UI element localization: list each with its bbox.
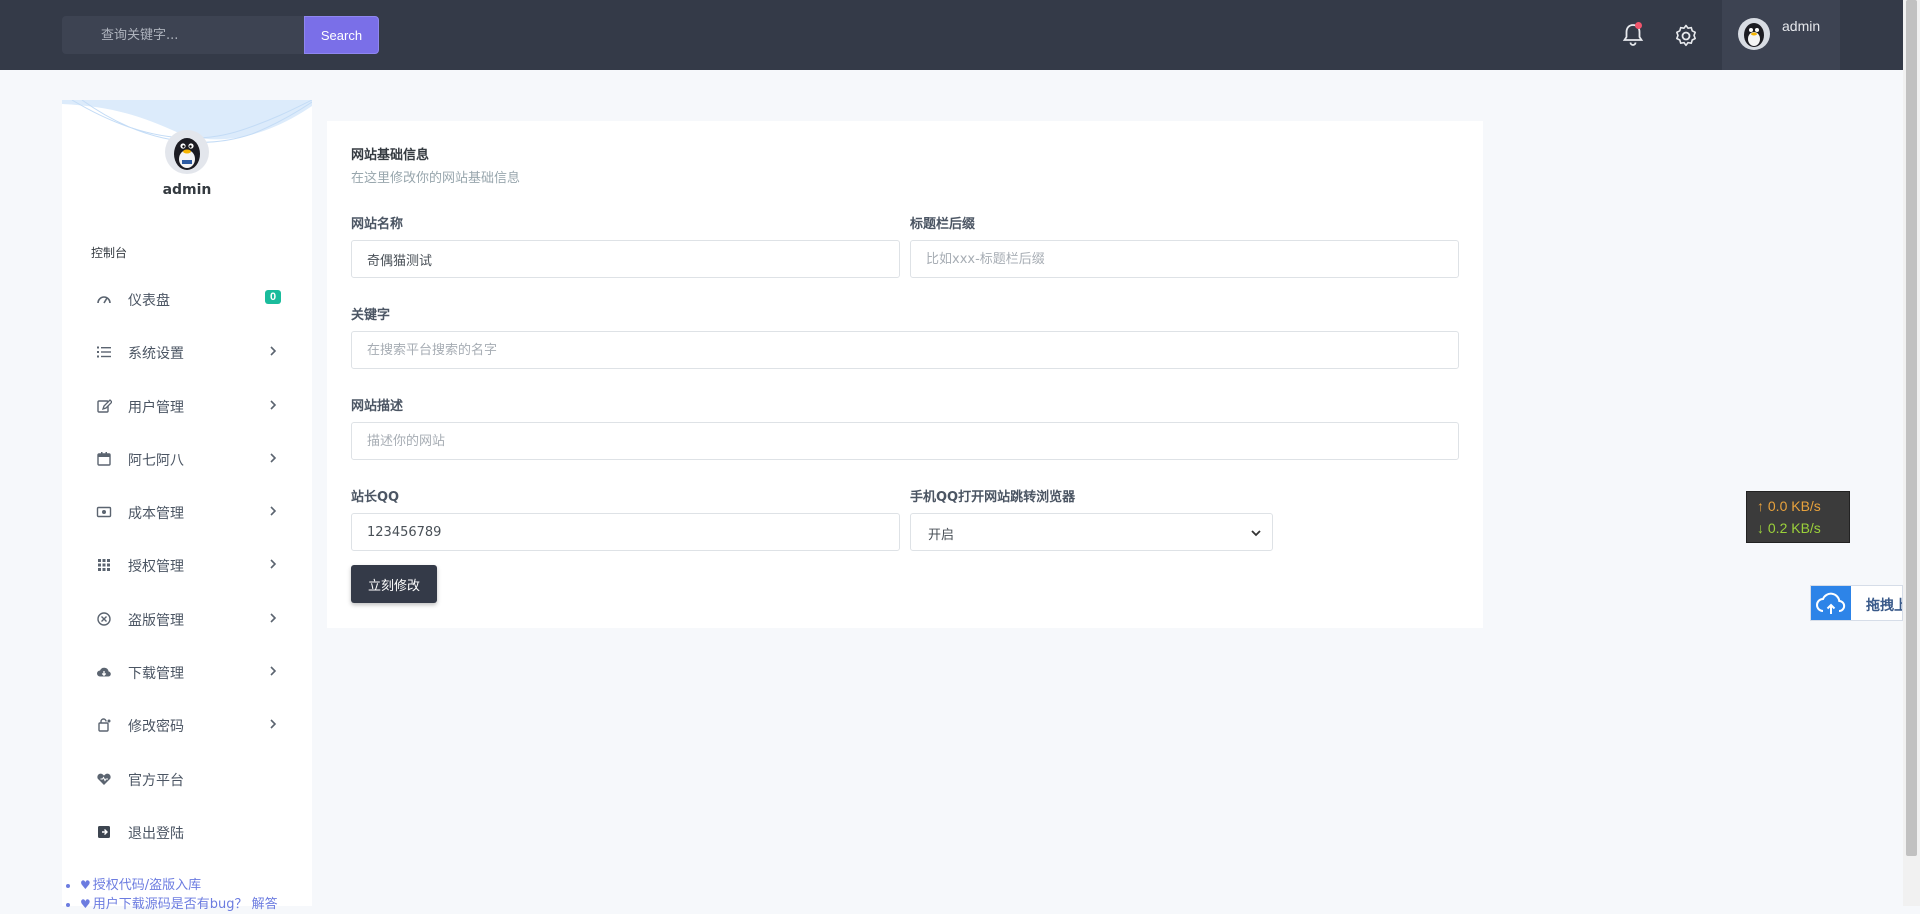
sidebar-avatar-icon — [165, 130, 209, 174]
heart-icon: ♥ — [80, 878, 91, 892]
page-scrollbar[interactable] — [1903, 0, 1920, 906]
keywords-label: 关键字 — [351, 308, 391, 323]
download-speed: ↓ 0.2 KB/s — [1757, 520, 1821, 536]
notification-bell-icon[interactable] — [1620, 22, 1646, 48]
sidebar-item-label: 修改密码 — [128, 719, 184, 736]
sidebar-item-dashboard[interactable]: 仪表盘 0 — [62, 273, 312, 326]
qq-input[interactable] — [351, 513, 900, 551]
sidebar-item-label: 盗版管理 — [128, 612, 184, 629]
count-badge: 0 — [265, 290, 282, 304]
cloud-upload-icon — [1811, 586, 1851, 620]
site-settings-card: 网站基础信息 在这里修改你的网站基础信息 网站名称 标题栏后缀 关键字 网站描述… — [327, 121, 1483, 628]
network-speed-widget: ↑ 0.0 KB/s ↓ 0.2 KB/s — [1746, 491, 1850, 543]
upload-speed: ↑ 0.0 KB/s — [1757, 498, 1821, 514]
chevron-right-icon — [270, 559, 277, 570]
sidebar-item-label: 成本管理 — [128, 506, 184, 523]
chevron-right-icon — [270, 666, 277, 676]
sidebar-username: admin — [162, 182, 212, 198]
drag-upload-widget[interactable]: 拖拽上传 — [1810, 585, 1903, 621]
sidebar-item-label: 下载管理 — [128, 666, 184, 683]
sidebar: admin 控制台 仪表盘 0 系统设置 用户管理 阿七阿八 成本管理 授权管理… — [62, 100, 312, 912]
title-suffix-input[interactable] — [910, 240, 1459, 278]
select-value: 开启 — [928, 528, 955, 543]
chevron-right-icon — [270, 400, 277, 410]
sidebar-item-label: 阿七阿八 — [128, 452, 184, 469]
close-circle-icon — [97, 612, 111, 626]
upload-label: 拖拽上传 — [1866, 598, 1902, 614]
sidebar-link-label[interactable]: 授权代码/盗版入库 — [93, 878, 201, 893]
search-input[interactable] — [62, 16, 304, 54]
title-suffix-label: 标题栏后缀 — [910, 217, 976, 232]
sidebar-link[interactable]: ♥授权代码/盗版入库 — [80, 876, 278, 895]
logout-icon — [98, 825, 110, 838]
sidebar-item-piracy-management[interactable]: 盗版管理 — [62, 593, 312, 646]
description-label: 网站描述 — [351, 399, 404, 414]
search-form: Search — [62, 16, 379, 54]
search-button[interactable]: Search — [304, 16, 379, 54]
calendar-icon — [97, 451, 111, 466]
sidebar-item-license-management[interactable]: 授权管理 — [62, 539, 312, 592]
submit-button[interactable]: 立刻修改 — [351, 565, 437, 603]
sidebar-link-label[interactable]: 用户下载源码是否有bug？ 解答 — [93, 897, 278, 912]
refresh-lock-icon — [98, 718, 111, 733]
topbar-username: admin — [1782, 18, 1821, 34]
notification-dot — [1635, 22, 1642, 29]
mobile-qq-select[interactable]: 开启 — [910, 513, 1273, 551]
sidebar-item-label: 退出登陆 — [128, 825, 184, 842]
qq-label: 站长QQ — [351, 490, 400, 505]
description-input[interactable] — [351, 422, 1459, 460]
mobile-qq-label: 手机QQ打开网站跳转浏览器 — [910, 490, 1076, 505]
gauge-icon — [97, 296, 111, 304]
sidebar-menu: 仪表盘 0 系统设置 用户管理 阿七阿八 成本管理 授权管理 盗版管理 下载管理… — [62, 273, 312, 859]
chevron-down-icon — [1251, 530, 1261, 537]
sidebar-links: ♥授权代码/盗版入库 ♥用户下载源码是否有bug？ 解答 — [58, 876, 278, 914]
top-navbar: Search admin — [0, 0, 1903, 70]
sidebar-item-label: 仪表盘 — [128, 293, 170, 309]
sidebar-item-label: 授权管理 — [128, 559, 184, 576]
sidebar-item-system-settings[interactable]: 系统设置 — [62, 326, 312, 379]
user-avatar-icon — [1738, 18, 1770, 50]
card-title: 网站基础信息 — [351, 148, 430, 163]
card-subtitle: 在这里修改你的网站基础信息 — [351, 171, 521, 186]
sidebar-item-cost-management[interactable]: 成本管理 — [62, 486, 312, 539]
heart-icon: ♥ — [80, 897, 91, 911]
chevron-right-icon — [270, 719, 277, 729]
sidebar-item-user-management[interactable]: 用户管理 — [62, 380, 312, 433]
keywords-input[interactable] — [351, 331, 1459, 369]
site-name-label: 网站名称 — [351, 217, 404, 232]
sidebar-item-official-platform[interactable]: 官方平台 — [62, 753, 312, 806]
sidebar-item-label: 系统设置 — [128, 346, 184, 363]
sidebar-item-download-management[interactable]: 下载管理 — [62, 646, 312, 699]
chevron-right-icon — [270, 506, 277, 516]
chevron-right-icon — [270, 613, 277, 623]
cloud-download-icon — [97, 667, 111, 677]
money-icon — [96, 506, 112, 518]
sidebar-item-logout[interactable]: 退出登陆 — [62, 806, 312, 859]
sidebar-item-label: 官方平台 — [128, 772, 184, 789]
edit-user-icon — [97, 398, 112, 413]
scrollbar-thumb[interactable] — [1906, 0, 1917, 856]
user-menu[interactable]: admin — [1722, 0, 1840, 70]
sidebar-link[interactable]: ♥用户下载源码是否有bug？ 解答 — [80, 895, 278, 914]
sidebar-item-aqi-aba[interactable]: 阿七阿八 — [62, 433, 312, 486]
settings-gear-icon[interactable] — [1673, 23, 1699, 49]
sidebar-item-label: 用户管理 — [128, 399, 184, 416]
site-name-input[interactable] — [351, 240, 900, 278]
grid-icon — [98, 559, 110, 572]
chevron-right-icon — [270, 453, 277, 463]
sidebar-item-change-password[interactable]: 修改密码 — [62, 699, 312, 752]
sidebar-section-title: 控制台 — [91, 246, 128, 260]
heart-icon — [97, 773, 111, 785]
chevron-right-icon — [270, 346, 277, 356]
list-icon — [97, 346, 111, 358]
